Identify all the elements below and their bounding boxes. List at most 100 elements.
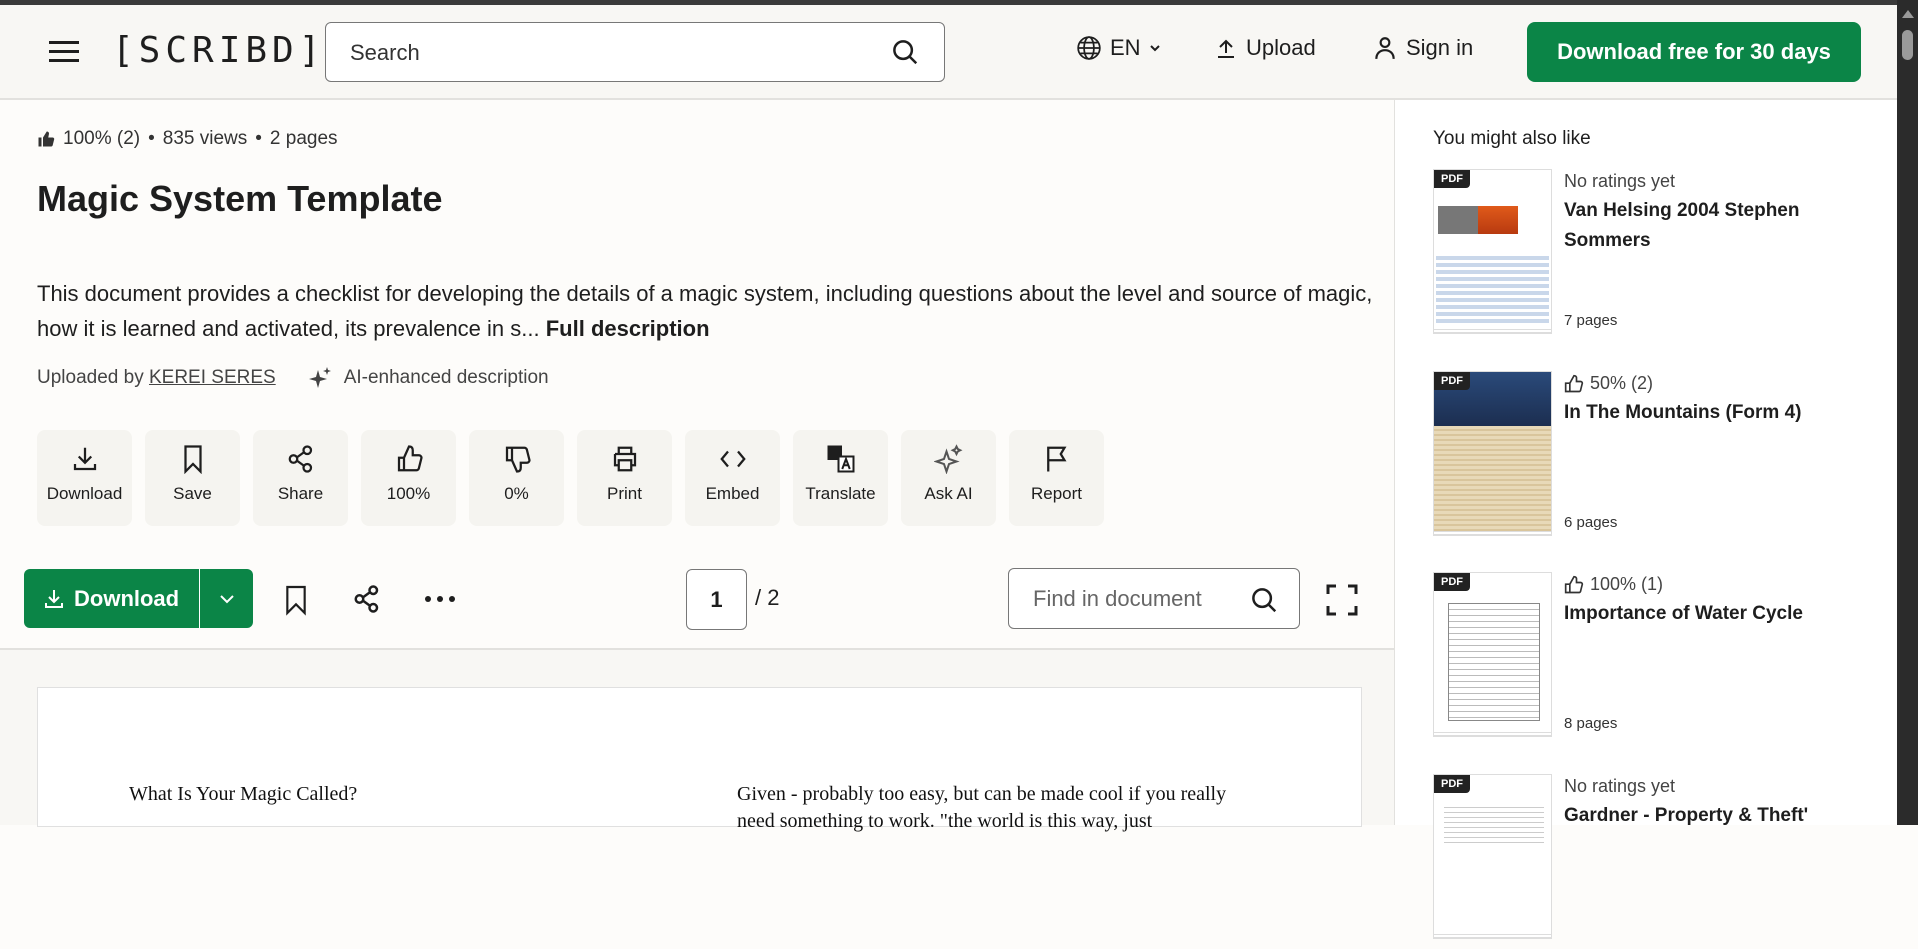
card-page-count: 8 pages [1564, 715, 1617, 732]
action-label: Translate [805, 484, 875, 504]
page-count: 2 pages [270, 128, 338, 150]
uploader-link[interactable]: KEREI SERES [149, 367, 276, 388]
recommendation-card[interactable]: PDF 50% (2) In The Mountains (Form 4) 6 … [1433, 371, 1883, 546]
share-icon [286, 444, 316, 474]
page-text-right-1: Given - probably too easy, but can be ma… [737, 781, 1226, 808]
rating-text: 100% (1) [1590, 574, 1663, 595]
share-action-button[interactable]: Share [253, 430, 348, 526]
scribd-logo[interactable]: [SCRIBD] [112, 30, 325, 71]
action-label: 100% [387, 484, 430, 504]
action-label: Share [278, 484, 323, 504]
thumbs-up-icon [1564, 575, 1584, 595]
page-text-left: What Is Your Magic Called? [129, 781, 357, 808]
thumbs-up-icon [1564, 374, 1584, 394]
card-title[interactable]: In The Mountains (Form 4) [1564, 398, 1874, 428]
action-label: 0% [504, 484, 529, 504]
user-icon [1372, 35, 1398, 61]
rating: No ratings yet [1564, 171, 1874, 192]
search-input[interactable]: Search [325, 22, 945, 82]
bookmark-icon[interactable] [283, 584, 309, 616]
rating-text: 50% (2) [1590, 373, 1653, 394]
language-selector[interactable]: EN [1076, 35, 1161, 61]
document-thumbnail: PDF [1433, 572, 1552, 733]
ai-description-label: AI-enhanced description [344, 367, 549, 389]
rating-text: No ratings yet [1564, 776, 1675, 797]
chevron-down-icon [1149, 42, 1161, 54]
scrollbar-thumb[interactable] [1902, 30, 1913, 60]
upload-button[interactable]: Upload [1214, 35, 1316, 61]
search-placeholder: Search [350, 40, 420, 66]
ask-ai-action-button[interactable]: Ask AI [901, 430, 996, 526]
flag-icon [1042, 444, 1072, 474]
more-options-icon[interactable] [424, 594, 456, 604]
action-buttons: Download Save Share 100% 0% Print Embed … [37, 430, 1104, 526]
find-placeholder: Find in document [1033, 586, 1202, 612]
download-icon [42, 587, 66, 611]
full-description-link[interactable]: Full description [546, 316, 710, 341]
print-icon [610, 444, 640, 474]
document-stats: 100% (2)• 835 views• 2 pages [37, 128, 338, 150]
site-header: [SCRIBD] Search EN Upload Sign in Downlo… [0, 5, 1897, 100]
rating: No ratings yet [1564, 776, 1874, 797]
rating: 100% (1) [1564, 574, 1874, 595]
report-action-button[interactable]: Report [1009, 430, 1104, 526]
pdf-badge: PDF [1434, 372, 1470, 390]
upload-label: Upload [1246, 35, 1316, 61]
pdf-badge: PDF [1434, 775, 1470, 793]
download-action-button[interactable]: Download [37, 430, 132, 526]
page-total: / 2 [755, 585, 779, 611]
translate-action-button[interactable]: Translate [793, 430, 888, 526]
fullscreen-icon[interactable] [1326, 584, 1358, 616]
sign-in-button[interactable]: Sign in [1372, 35, 1473, 61]
menu-icon[interactable] [49, 41, 79, 63]
pdf-badge: PDF [1434, 573, 1470, 591]
card-title[interactable]: Van Helsing 2004 Stephen Sommers [1564, 196, 1874, 256]
embed-action-button[interactable]: Embed [685, 430, 780, 526]
document-thumbnail: PDF [1433, 774, 1552, 935]
document-thumbnail: PDF [1433, 371, 1552, 532]
print-action-button[interactable]: Print [577, 430, 672, 526]
thumbs-up-icon [37, 130, 55, 148]
scroll-up-arrow-icon[interactable] [1902, 10, 1914, 18]
recommendation-card[interactable]: PDF 100% (1) Importance of Water Cycle 8… [1433, 572, 1883, 747]
card-title[interactable]: Importance of Water Cycle [1564, 599, 1874, 629]
search-icon[interactable] [1249, 585, 1279, 615]
scrollbar[interactable] [1897, 0, 1918, 825]
share-icon[interactable] [352, 584, 382, 614]
page-number-input[interactable]: 1 [686, 569, 747, 630]
views: 835 views [163, 128, 248, 150]
document-title: Magic System Template [37, 178, 442, 220]
thumbs-up-icon [394, 444, 424, 474]
document-thumbnail: PDF [1433, 169, 1552, 330]
uploader-info: Uploaded by KEREI SERES AI-enhanced desc… [37, 366, 549, 390]
download-options-dropdown[interactable] [200, 589, 253, 609]
recommendation-card[interactable]: PDF No ratings yet Gardner - Property & … [1433, 774, 1883, 949]
download-label: Download [74, 586, 179, 612]
pdf-badge: PDF [1434, 170, 1470, 188]
card-title[interactable]: Gardner - Property & Theft' [1564, 801, 1874, 831]
download-button[interactable]: Download [24, 569, 200, 628]
action-label: Ask AI [924, 484, 972, 504]
sparkle-icon [308, 366, 332, 390]
save-action-button[interactable]: Save [145, 430, 240, 526]
translate-icon [826, 444, 856, 474]
download-free-trial-button[interactable]: Download free for 30 days [1527, 22, 1861, 82]
sign-in-label: Sign in [1406, 35, 1473, 61]
card-page-count: 6 pages [1564, 514, 1617, 531]
card-page-count: 7 pages [1564, 312, 1617, 329]
rating-text: No ratings yet [1564, 171, 1675, 192]
rating: 100% (2) [63, 128, 140, 150]
action-label: Save [173, 484, 212, 504]
bookmark-icon [178, 444, 208, 474]
page-text-right-2: need something to work. "the world is th… [737, 808, 1152, 835]
action-label: Embed [706, 484, 760, 504]
rating: 50% (2) [1564, 373, 1874, 394]
find-in-document-input[interactable]: Find in document [1008, 568, 1300, 629]
search-icon[interactable] [890, 37, 920, 67]
language-label: EN [1110, 35, 1141, 61]
like-action-button[interactable]: 100% [361, 430, 456, 526]
upload-icon [1214, 36, 1238, 60]
dislike-action-button[interactable]: 0% [469, 430, 564, 526]
recommendation-card[interactable]: PDF No ratings yet Van Helsing 2004 Step… [1433, 169, 1883, 344]
document-description: This document provides a checklist for d… [37, 276, 1397, 346]
